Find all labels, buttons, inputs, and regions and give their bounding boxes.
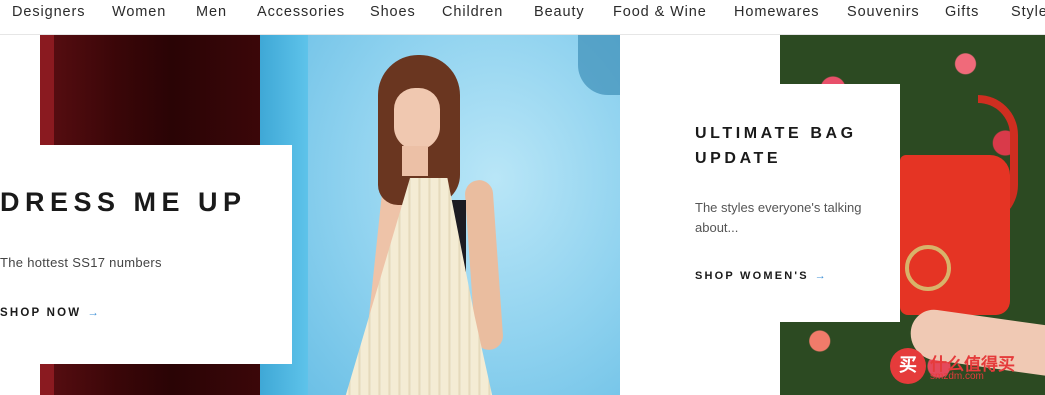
top-navigation: Designers Women Men Accessories Shoes Ch… [0, 0, 1045, 35]
shop-now-link[interactable]: SHOP NOW → [0, 307, 99, 319]
dress-promo-card: DRESS ME UP The hottest SS17 numbers SHO… [0, 145, 292, 364]
nav-item-style[interactable]: Style [1011, 4, 1045, 20]
nav-item-accessories[interactable]: Accessories [257, 4, 345, 20]
bag-ring-hardware [905, 245, 951, 291]
promo-title: ULTIMATE BAG UPDATE [695, 125, 857, 167]
nav-item-women[interactable]: Women [112, 4, 166, 20]
nav-item-children[interactable]: Children [442, 4, 503, 20]
shop-womens-link[interactable]: SHOP WOMEN'S → [695, 270, 826, 282]
cta-label: SHOP NOW [0, 307, 82, 319]
model-face [394, 88, 440, 150]
model-figure [340, 50, 530, 395]
nav-item-men[interactable]: Men [196, 4, 227, 20]
nav-item-beauty[interactable]: Beauty [534, 4, 585, 20]
arrow-right-icon: → [87, 307, 99, 319]
promo-subtitle: The styles everyone's talking about... [695, 200, 862, 235]
cta-label: SHOP WOMEN'S [695, 270, 809, 282]
nav-item-souvenirs[interactable]: Souvenirs [847, 4, 920, 20]
site-watermark: 买 什么值得买 smzdm.com [890, 348, 1045, 388]
nav-item-designers[interactable]: Designers [12, 4, 85, 20]
promo-subtitle: The hottest SS17 numbers [0, 255, 162, 270]
model-neck [402, 146, 428, 176]
nav-item-food-wine[interactable]: Food & Wine [613, 4, 707, 20]
watermark-logo-icon: 买 [890, 348, 926, 384]
promo-title: DRESS ME UP [0, 187, 247, 217]
nav-item-shoes[interactable]: Shoes [370, 4, 416, 20]
red-handbag [900, 155, 1010, 315]
nav-item-homewares[interactable]: Homewares [734, 4, 819, 20]
arrow-right-icon: → [814, 270, 826, 282]
nav-item-gifts[interactable]: Gifts [945, 4, 979, 20]
watermark-url: smzdm.com [930, 371, 984, 382]
bag-promo-card: ULTIMATE BAG UPDATE The styles everyone'… [664, 84, 900, 322]
